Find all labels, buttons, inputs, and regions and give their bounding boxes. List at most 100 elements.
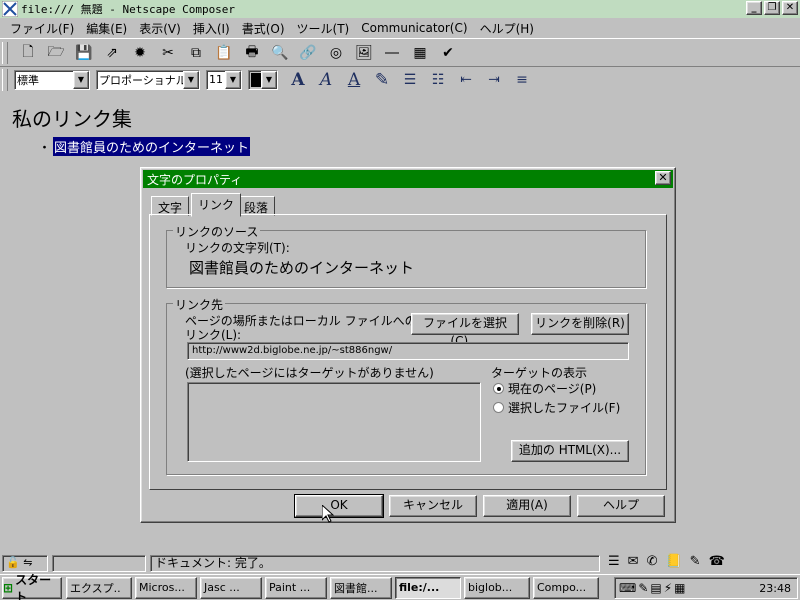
system-tray: ⌨✎▤⚡▦ 23:48 [614, 577, 798, 599]
start-button[interactable]: ⊞ スタート [2, 573, 62, 600]
remove-link-button[interactable]: リンクを削除(R) [531, 313, 629, 335]
clock[interactable]: 23:48 [759, 582, 791, 595]
paragraph-style-value: 標準 [17, 73, 39, 87]
choose-file-button[interactable]: ファイルを選択(C)... [411, 313, 519, 348]
print-icon[interactable]: 🖶 [238, 41, 266, 65]
open-icon[interactable]: 🗁 [42, 41, 70, 65]
text-color-select[interactable]: ▼ [248, 69, 278, 90]
task-composer[interactable]: Compo... [533, 576, 599, 599]
help-button[interactable]: ヘルプ [577, 495, 665, 517]
menu-format[interactable]: 書式(O) [236, 20, 291, 37]
minimize-button[interactable]: _ [746, 1, 762, 15]
close-window-button[interactable]: ✕ [782, 1, 798, 15]
show-targets-label: ターゲットの表示 [491, 366, 588, 380]
restore-button[interactable]: ❐ [764, 1, 780, 15]
ok-button[interactable]: OK [294, 494, 384, 518]
task-netscape-file[interactable]: file:/... [395, 576, 461, 599]
tab-link[interactable]: リンク [191, 193, 242, 217]
spellcheck-icon[interactable]: ✔ [434, 41, 462, 65]
decrease-indent-icon[interactable]: ⇤ [452, 69, 480, 91]
netscape-app-icon[interactable] [2, 1, 18, 17]
menu-insert[interactable]: 挿入(I) [187, 20, 236, 37]
tab-character[interactable]: 文字 [151, 196, 190, 216]
toolbar-grip[interactable] [2, 68, 8, 91]
publish-icon[interactable]: ⇗ [98, 41, 126, 65]
menu-help[interactable]: ヘルプ(H) [474, 20, 540, 37]
target-icon[interactable]: ◎ [322, 41, 350, 65]
task-jasc[interactable]: Jasc ... [200, 576, 262, 599]
bullet-marker: ・ [38, 141, 52, 156]
bold-icon[interactable]: A [284, 69, 312, 91]
mail-icon[interactable]: ✉ [628, 554, 639, 569]
status-text: ドキュメント: 完了。 [150, 555, 600, 572]
window-title: file:/// 無題 - Netscape Composer [21, 3, 236, 16]
conference-icon[interactable]: ☎ [709, 554, 725, 569]
menu-file[interactable]: ファイル(F) [4, 20, 80, 37]
task-explorer[interactable]: エクスプ.. [66, 576, 132, 599]
image-icon[interactable]: 🖼 [350, 41, 378, 65]
extra-html-button[interactable]: 追加の HTML(X)... [511, 440, 629, 462]
dialog-titlebar[interactable]: 文字のプロパティ ✕ [143, 170, 673, 188]
menu-tools[interactable]: ツール(T) [291, 20, 356, 37]
link-url-input[interactable]: http://www2d.biglobe.ne.jp/~st886ngw/ [187, 342, 629, 360]
newsgroups-icon[interactable]: ✆ [647, 554, 658, 569]
bullet-list-icon[interactable]: ☰ [396, 69, 424, 91]
hline-icon[interactable]: ― [378, 41, 406, 65]
task-biglobe[interactable]: biglob... [464, 576, 530, 599]
paragraph-style-select[interactable]: 標準 ▼ [14, 69, 90, 90]
cut-icon[interactable]: ✂ [154, 41, 182, 65]
table-icon[interactable]: ▦ [406, 41, 434, 65]
chevron-down-icon[interactable]: ▼ [261, 70, 277, 89]
link-destination-group: リンク先 ページの場所またはローカル ファイルへの リンク(L): ファイルを選… [166, 296, 646, 475]
radio-selected-file[interactable]: 選択したファイル(F) [493, 399, 620, 416]
toolbar-grip[interactable] [2, 41, 8, 64]
chevron-down-icon[interactable]: ▼ [183, 70, 199, 89]
clear-styles-icon[interactable]: ✎ [368, 69, 396, 91]
link-text-value: 図書館員のためのインターネット [189, 259, 415, 277]
font-size-select[interactable]: 11 ▼ [206, 69, 242, 90]
radio-unchecked-icon[interactable] [493, 402, 504, 413]
task-microsoft[interactable]: Micros... [135, 576, 197, 599]
preview-icon[interactable]: ✹ [126, 41, 154, 65]
radio-checked-icon[interactable] [493, 383, 504, 394]
increase-indent-icon[interactable]: ⇥ [480, 69, 508, 91]
cancel-button[interactable]: キャンセル [389, 495, 477, 517]
selected-link-text[interactable]: 図書館員のためのインターネット [53, 137, 251, 156]
targets-list[interactable] [187, 382, 481, 462]
task-library[interactable]: 図書館... [330, 576, 392, 599]
find-icon[interactable]: 🔍 [266, 41, 294, 65]
component-bar: ☰ ✉ ✆ 📒 ✎ ☎ [608, 554, 725, 569]
radio-selected-file-label: 選択したファイル(F) [508, 401, 621, 415]
tab-paragraph[interactable]: 段落 [237, 196, 276, 216]
chevron-down-icon[interactable]: ▼ [73, 70, 89, 89]
link-location-label-2: リンク(L): [185, 328, 242, 342]
link-icon[interactable]: 🔗 [294, 41, 322, 65]
link-destination-group-label: リンク先 [173, 296, 226, 313]
font-select[interactable]: プロポーショナル ▼ [96, 69, 200, 90]
task-paint[interactable]: Paint ... [265, 576, 327, 599]
menu-view[interactable]: 表示(V) [133, 20, 187, 37]
tray-icons[interactable]: ⌨✎▤⚡▦ [615, 581, 687, 595]
security-connection-icon[interactable]: 🔓 ⇋ [2, 555, 48, 572]
menu-edit[interactable]: 編集(E) [80, 20, 133, 37]
font-value: プロポーショナル [99, 73, 187, 87]
alignment-icon[interactable]: ≡ [508, 69, 536, 91]
chevron-down-icon[interactable]: ▼ [225, 70, 241, 89]
composer-icon[interactable]: ✎ [690, 554, 701, 569]
apply-button[interactable]: 適用(A) [483, 495, 571, 517]
italic-icon[interactable]: A [312, 69, 340, 91]
save-icon[interactable]: 💾 [70, 41, 98, 65]
list-item: ・ 図書館員のためのインターネット [38, 137, 251, 156]
character-properties-dialog: 文字のプロパティ ✕ 文字 リンク 段落 リンクのソース リンクの文字列(T):… [140, 167, 676, 523]
close-icon[interactable]: ✕ [655, 171, 671, 185]
paste-icon[interactable]: 📋 [210, 41, 238, 65]
underline-icon[interactable]: A [340, 69, 368, 91]
radio-current-page[interactable]: 現在のページ(P) [493, 380, 596, 397]
window-titlebar[interactable]: file:/// 無題 - Netscape Composer _ ❐ ✕ [0, 0, 800, 18]
navigator-icon[interactable]: ☰ [608, 554, 620, 569]
new-doc-icon[interactable]: 🗋 [14, 41, 42, 65]
numbered-list-icon[interactable]: ☷ [424, 69, 452, 91]
menu-communicator[interactable]: Communicator(C) [355, 21, 473, 35]
copy-icon[interactable]: ⧉ [182, 41, 210, 65]
address-book-icon[interactable]: 📒 [665, 554, 681, 569]
